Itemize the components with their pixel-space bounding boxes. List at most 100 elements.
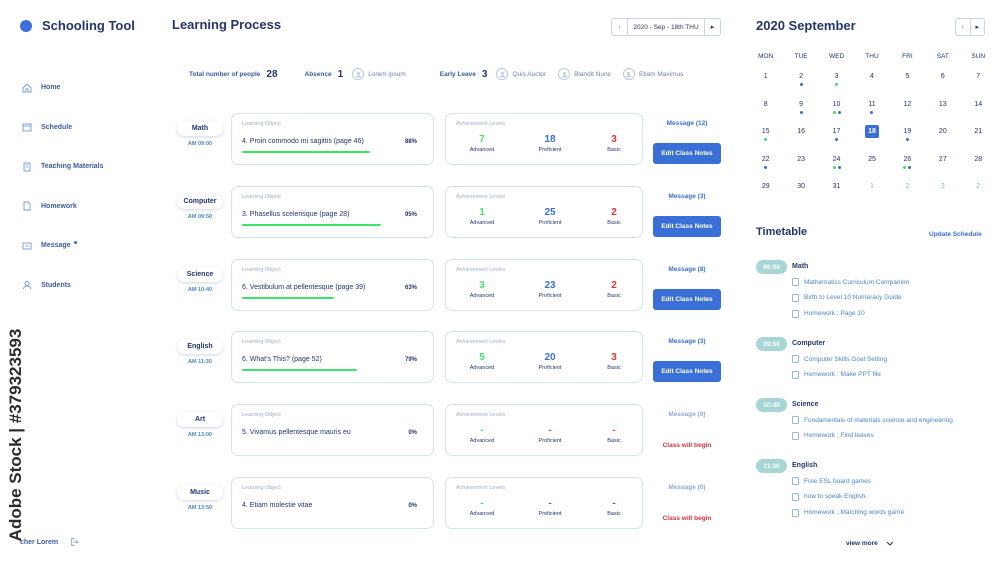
calendar-day[interactable]: 10 <box>819 94 854 122</box>
calendar-day[interactable]: 8 <box>748 94 783 122</box>
edit-class-notes-button[interactable]: Edit Class Notes <box>653 288 721 310</box>
learning-object-card[interactable]: Learning Object 3. Phasellus scelerisque … <box>231 185 434 238</box>
subject-pill[interactable]: Art <box>177 412 223 427</box>
calendar-day[interactable]: 3 <box>925 176 960 204</box>
calendar-day[interactable]: 13 <box>925 94 960 122</box>
timetable-item[interactable]: Free ESL board games <box>792 477 871 485</box>
chevron-right-icon[interactable]: ▸ <box>704 19 720 35</box>
message-link[interactable]: Message (3) <box>652 338 722 345</box>
calendar-day[interactable]: 1 <box>854 176 889 204</box>
edit-class-notes-button[interactable]: Edit Class Notes <box>653 215 721 237</box>
progress-bar <box>242 151 388 153</box>
timetable-item[interactable]: Homework : Page 10 <box>792 309 865 318</box>
calendar-day[interactable]: 16 <box>783 121 818 149</box>
message-link[interactable]: Message (0) <box>652 411 722 418</box>
calendar-day[interactable]: 26 <box>890 149 925 177</box>
calendar-day-today[interactable]: 18 <box>854 121 889 149</box>
avatar-icon <box>558 68 571 80</box>
learning-object-card[interactable]: Learning Object 5. Vivamus pellentesque m… <box>231 404 434 457</box>
achievement-card[interactable]: Achievement Levels - Advanced - Proficient - B… <box>445 477 643 529</box>
timetable-item[interactable]: how to speak English. <box>792 492 867 501</box>
timetable-item[interactable]: Homework : Find leaves <box>792 431 874 440</box>
message-link[interactable]: Message (12) <box>652 120 722 127</box>
sidebar-item-home[interactable]: Home <box>22 68 104 108</box>
timetable-time: 09:00 <box>756 260 787 274</box>
event-dot <box>908 165 912 169</box>
calendar-day[interactable]: 31 <box>819 176 854 204</box>
calendar-day[interactable]: 6 <box>925 66 960 94</box>
chevron-right-icon[interactable]: ▸ <box>969 19 985 35</box>
early-leave-student[interactable]: Etiam Maximus <box>622 68 683 80</box>
calendar-day[interactable]: 21 <box>961 121 996 149</box>
event-dots <box>783 110 818 114</box>
subject-pill[interactable]: Music <box>177 485 223 500</box>
calendar-day[interactable]: 23 <box>783 149 818 177</box>
timetable-item[interactable]: Mathematics Curriculum Companion <box>792 278 909 286</box>
subject-pill[interactable]: Math <box>177 121 223 136</box>
calendar-day[interactable]: 11 <box>854 94 889 122</box>
calendar-day[interactable]: 19 <box>890 121 925 149</box>
event-dot <box>903 165 907 169</box>
chevron-left-icon[interactable]: ‹ <box>956 19 970 35</box>
achievement-card[interactable]: Achievement Levels 5 Advanced 20 Proficient 3… <box>445 331 643 384</box>
calendar-day[interactable]: 24 <box>819 149 854 177</box>
calendar-day[interactable]: 9 <box>783 94 818 122</box>
message-link[interactable]: Message (3) <box>652 193 722 200</box>
early-leave-student[interactable]: Blandit Nunc <box>558 68 611 80</box>
calendar-day[interactable]: 28 <box>961 149 996 177</box>
calendar-day[interactable]: 3 <box>819 66 854 94</box>
achievement-card[interactable]: Achievement Levels 7 Advanced 18 Proficient 3… <box>445 113 643 165</box>
timetable-item[interactable]: Computer Skills Goal Setting <box>792 355 887 363</box>
calendar-day[interactable]: 20 <box>925 121 960 149</box>
calendar-day[interactable]: 12 <box>890 94 925 122</box>
calendar-day[interactable]: 27 <box>925 149 960 177</box>
early-leave-student[interactable]: Quis Auctor <box>496 68 546 80</box>
achievement-card[interactable]: Achievement Levels 3 Advanced 23 Proficient 2… <box>445 258 643 311</box>
calendar-day[interactable]: 15 <box>748 121 783 149</box>
calendar-day[interactable]: 4 <box>854 66 889 94</box>
progress-bar <box>242 515 388 517</box>
calendar-day[interactable]: 29 <box>748 176 783 204</box>
edit-class-notes-button[interactable]: Edit Class Notes <box>653 143 721 164</box>
update-schedule-link[interactable]: Update Schedule <box>929 231 982 238</box>
absence-student[interactable]: Lorem ipsum <box>352 68 406 80</box>
home-icon <box>22 83 32 93</box>
calendar-day[interactable]: 22 <box>748 149 783 177</box>
sidebar-item-schedule[interactable]: Schedule <box>22 108 104 148</box>
calendar-day[interactable]: 5 <box>890 66 925 94</box>
calendar-day[interactable]: 25 <box>854 149 889 177</box>
calendar-day[interactable]: 14 <box>961 94 996 122</box>
sidebar-item-students[interactable]: Students <box>22 266 104 306</box>
timetable-item[interactable]: Homework : Make PPT file <box>792 370 881 379</box>
subject-pill[interactable]: English <box>177 339 223 354</box>
learning-object-card[interactable]: Learning Object 6. What's This? (page 52)… <box>231 331 434 384</box>
logout-icon[interactable] <box>70 537 80 547</box>
learning-object-card[interactable]: Learning Object 4. Proin commodo mi sagit… <box>231 113 434 165</box>
learning-object-card[interactable]: Learning Object 4. Etiam molestie vitae 0% <box>231 477 434 529</box>
sidebar-item-homework[interactable]: Homework <box>22 187 104 227</box>
subject-pill[interactable]: Science <box>177 267 223 282</box>
subject-pill[interactable]: Computer <box>177 194 223 209</box>
calendar-day[interactable]: 7 <box>961 66 996 94</box>
calendar-day[interactable]: 17 <box>819 121 854 149</box>
calendar-day[interactable]: 2 <box>961 176 996 204</box>
chevron-left-icon[interactable]: ‹ <box>612 19 628 35</box>
edit-class-notes-button[interactable]: Edit Class Notes <box>653 361 721 383</box>
message-link[interactable]: Message (8) <box>652 266 722 273</box>
view-more-button[interactable]: view more <box>846 540 894 547</box>
calendar-day[interactable]: 2 <box>890 176 925 204</box>
timetable-item[interactable]: Birth to Level 10 Numeracy Guide <box>792 293 902 302</box>
timetable-item[interactable]: Fundamentals of materials science and en… <box>792 416 953 424</box>
day-number: 23 <box>797 155 806 163</box>
sidebar-item-message[interactable]: Message <box>22 226 104 266</box>
timetable-item[interactable]: Homework : Matching words game <box>792 508 904 517</box>
sidebar-item-teaching-materials[interactable]: Teaching Materials <box>22 147 104 187</box>
calendar-day[interactable]: 1 <box>748 66 783 94</box>
calendar-day[interactable]: 30 <box>783 176 818 204</box>
achievement-card[interactable]: Achievement Levels - Advanced - Proficient - B… <box>445 404 643 457</box>
learning-object-card[interactable]: Learning Object 6. Vestibulum at pellente… <box>231 258 434 311</box>
message-link[interactable]: Message (0) <box>652 484 722 491</box>
day-number: 15 <box>761 128 770 135</box>
achievement-card[interactable]: Achievement Levels 1 Advanced 25 Proficient 2… <box>445 185 643 238</box>
calendar-day[interactable]: 2 <box>783 66 818 94</box>
